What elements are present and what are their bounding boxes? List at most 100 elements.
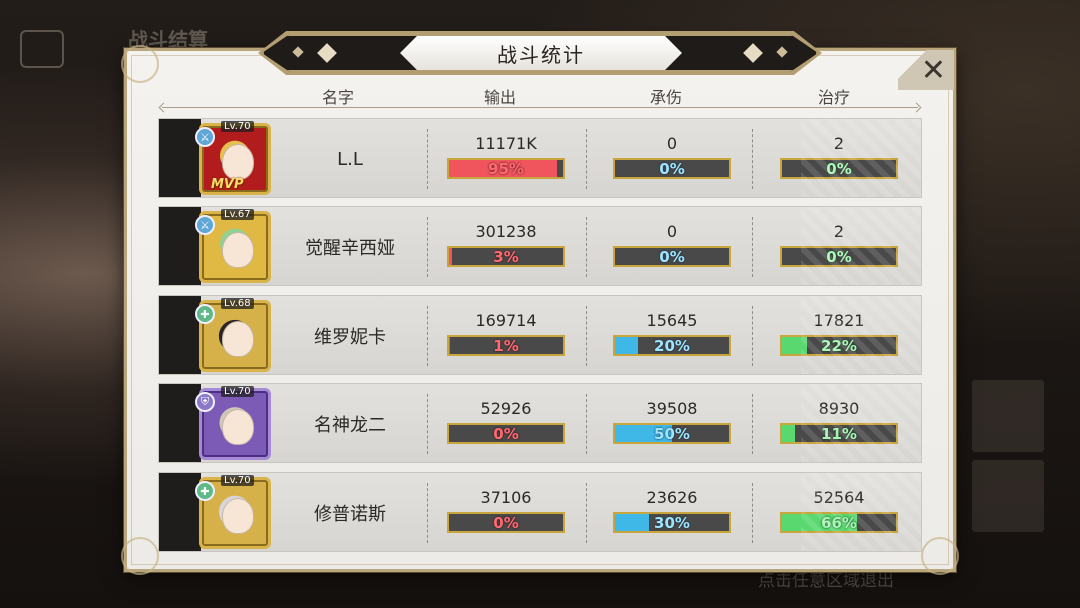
hero-avatar[interactable]: Lv.70 ⚔ MVP (195, 121, 273, 195)
healing-stat: 52564 66% (778, 473, 900, 553)
hero-face (222, 498, 254, 534)
shield-icon: ⛨ (195, 392, 215, 412)
hero-avatar[interactable]: Lv.68 ✚ (195, 298, 273, 372)
healing-stat: 2 0% (778, 207, 900, 287)
mvp-badge: MVP (211, 177, 244, 192)
healing-stat: 2 0% (778, 119, 900, 199)
hero-avatar[interactable]: Lv.67 ⚔ (195, 209, 273, 283)
column-divider (586, 129, 587, 189)
damage-taken-stat: 23626 30% (611, 473, 733, 553)
stat-value: 2 (833, 222, 845, 241)
hero-name: 维罗妮卡 (314, 327, 386, 348)
stat-value: 169714 (475, 311, 537, 330)
level-badge: Lv.68 (221, 298, 254, 309)
stat-value: 52564 (813, 488, 865, 507)
stat-percent: 22% (821, 336, 857, 355)
stat-value: 0 (666, 222, 678, 241)
header-divider (162, 107, 918, 108)
hero-name: L.L (337, 148, 363, 170)
header-damage-taken: 承伤 (649, 88, 682, 107)
stat-bar: 0% (447, 423, 565, 444)
output-stat: 169714 1% (445, 296, 567, 376)
stat-bar: 0% (447, 512, 565, 533)
stat-percent: 3% (493, 247, 519, 266)
stat-value: 17821 (813, 311, 865, 330)
hero-avatar[interactable]: Lv.70 ✚ (195, 475, 273, 549)
output-stat: 11171K 95% (445, 119, 567, 199)
stat-percent: 50% (654, 424, 690, 443)
sword-icon: ⚔ (195, 127, 215, 147)
stat-percent: 95% (488, 159, 524, 178)
stat-percent: 0% (659, 247, 685, 266)
avatar-backdrop (159, 296, 201, 374)
stat-bar: 20% (613, 335, 731, 356)
stat-percent: 0% (826, 247, 852, 266)
hero-face (222, 409, 254, 445)
hero-face (222, 232, 254, 268)
table-row: Lv.70 ✚ 修普诺斯 37106 0% 23626 30% 52564 66% (158, 472, 922, 552)
column-divider (752, 129, 753, 189)
stat-value: 2 (833, 134, 845, 153)
hero-name: 修普诺斯 (314, 504, 386, 525)
stat-bar: 1% (447, 335, 565, 356)
column-divider (427, 483, 428, 543)
corner-ornament (121, 45, 159, 83)
stat-bar: 0% (780, 246, 898, 267)
heal-cross-icon: ✚ (195, 481, 215, 501)
table-header: 名字 输出 承伤 治疗 (158, 82, 922, 108)
stat-percent: 11% (821, 424, 857, 443)
stat-percent: 0% (493, 424, 519, 443)
hero-face (222, 144, 254, 180)
output-stat: 52926 0% (445, 384, 567, 464)
table-row: Lv.70 ⛨ 名神龙二 52926 0% 39508 50% 8930 11% (158, 383, 922, 463)
stat-percent: 1% (493, 336, 519, 355)
corner-ornament (121, 537, 159, 575)
stat-percent: 66% (821, 513, 857, 532)
header-healing: 治疗 (817, 88, 850, 107)
stat-percent: 0% (659, 159, 685, 178)
column-divider (586, 217, 587, 277)
hero-face (222, 321, 254, 357)
level-badge: Lv.70 (221, 475, 254, 486)
avatar-backdrop (159, 119, 201, 197)
background-tile (972, 460, 1044, 532)
healing-stat: 17821 22% (778, 296, 900, 376)
stat-bar: 0% (613, 158, 731, 179)
damage-taken-stat: 15645 20% (611, 296, 733, 376)
stat-bar: 50% (613, 423, 731, 444)
output-stat: 37106 0% (445, 473, 567, 553)
stat-bar: 30% (613, 512, 731, 533)
column-divider (752, 306, 753, 366)
stat-bar: 0% (780, 158, 898, 179)
header-name: 名字 (321, 88, 354, 107)
stat-value: 23626 (646, 488, 698, 507)
table-row: Lv.68 ✚ 维罗妮卡 169714 1% 15645 20% 17821 22% (158, 295, 922, 375)
stat-bar: 95% (447, 158, 565, 179)
corner-ornament (921, 537, 959, 575)
hero-name: 觉醒辛西娅 (305, 238, 395, 259)
stat-percent: 30% (654, 513, 690, 532)
column-divider (427, 394, 428, 454)
level-badge: Lv.70 (221, 121, 254, 132)
stat-value: 52926 (480, 399, 532, 418)
header-output: 输出 (483, 88, 516, 107)
level-badge: Lv.70 (221, 386, 254, 397)
damage-taken-stat: 39508 50% (611, 384, 733, 464)
avatar-backdrop (159, 384, 201, 462)
hero-avatar[interactable]: Lv.70 ⛨ (195, 386, 273, 460)
stat-bar: 22% (780, 335, 898, 356)
heal-cross-icon: ✚ (195, 304, 215, 324)
stat-value: 0 (666, 134, 678, 153)
output-stat: 301238 3% (445, 207, 567, 287)
stat-value: 8930 (818, 399, 860, 418)
column-divider (586, 483, 587, 543)
stat-value: 11171K (475, 134, 537, 153)
column-divider (752, 217, 753, 277)
level-badge: Lv.67 (221, 209, 254, 220)
hero-name: 名神龙二 (314, 415, 386, 436)
column-divider (427, 306, 428, 366)
column-divider (752, 394, 753, 454)
column-divider (427, 129, 428, 189)
stat-percent: 0% (493, 513, 519, 532)
damage-taken-stat: 0 0% (611, 119, 733, 199)
